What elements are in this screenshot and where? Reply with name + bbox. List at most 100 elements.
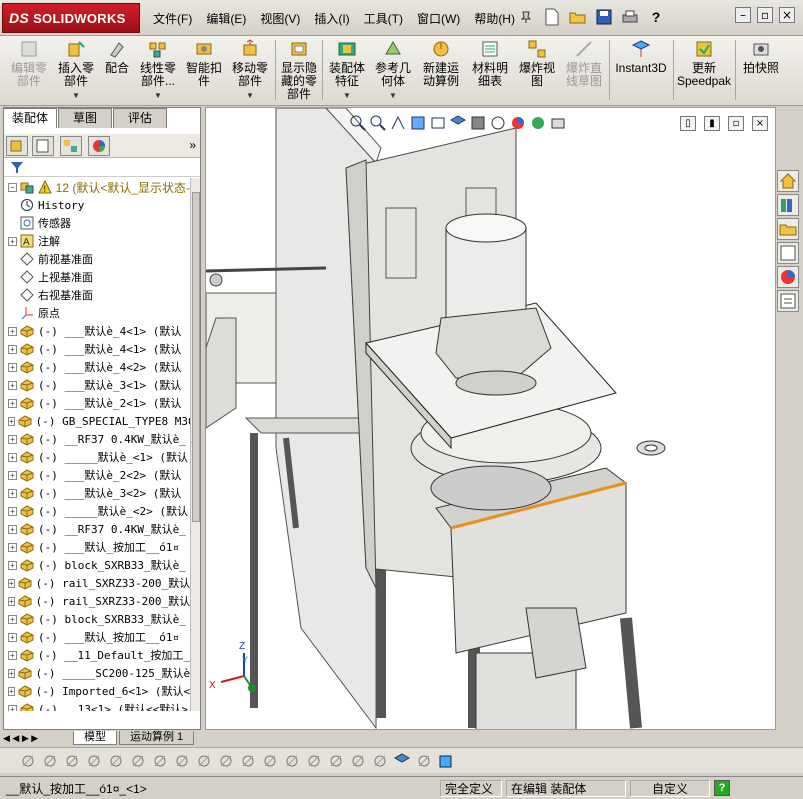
sketch-scale-icon[interactable] xyxy=(306,753,322,769)
sketch-offset-icon[interactable] xyxy=(130,753,146,769)
tree-item[interactable]: + A 注解 xyxy=(4,232,190,250)
expand-toggle[interactable]: + xyxy=(8,560,17,570)
sketch-pattern-icon[interactable] xyxy=(240,753,256,769)
mate-button[interactable]: 配合 xyxy=(100,38,134,102)
tree-item[interactable]: + (-) __RF37 0.4KW_默认è_ xyxy=(4,520,190,538)
expand-toggle[interactable]: + xyxy=(8,488,17,498)
help-question-icon[interactable]: ? xyxy=(645,6,667,28)
edit-component-button[interactable]: 编辑零 部件 xyxy=(6,38,52,102)
sketch-rapid-icon[interactable] xyxy=(372,753,388,769)
tree-item[interactable]: + (-) block_SXRB33_默认è_ xyxy=(4,556,190,574)
chevron-down-icon[interactable]: ▼ xyxy=(246,89,254,102)
tree-item[interactable]: + (-) ___默认è_3<2> (默认 xyxy=(4,484,190,502)
expand-toggle[interactable]: + xyxy=(8,632,17,642)
tree-item[interactable]: + (-) ___默认è_4<1> (默认 xyxy=(4,322,190,340)
insert-component-button[interactable]: 插入零 部件 ▼ xyxy=(54,38,98,102)
sketch-plane-icon[interactable] xyxy=(350,753,366,769)
expand-toggle[interactable]: + xyxy=(8,362,17,372)
expand-toggle[interactable]: + xyxy=(8,596,15,606)
hide-show-items-icon[interactable] xyxy=(490,115,506,131)
expand-toggle[interactable]: + xyxy=(8,650,17,660)
tree-item[interactable]: + (-) ___默认è_4<2> (默认 xyxy=(4,358,190,376)
display-manager-icon[interactable] xyxy=(88,136,110,156)
sketch-3d-icon[interactable] xyxy=(328,753,344,769)
configuration-manager-icon[interactable] xyxy=(60,136,82,156)
expand-toggle[interactable]: + xyxy=(8,704,17,711)
sketch-point-icon[interactable] xyxy=(20,753,36,769)
tree-item[interactable]: + (-) Imported_6<1> (默认< xyxy=(4,682,190,700)
new-document-icon[interactable] xyxy=(541,6,563,28)
reference-geometry-button[interactable]: 参考几 何体 ▼ xyxy=(371,38,415,102)
take-snapshot-button[interactable]: 拍快照 xyxy=(738,38,784,102)
sketch-relation-icon[interactable] xyxy=(218,753,234,769)
tree-item[interactable]: 右视基准面 xyxy=(4,286,190,304)
tree-item[interactable]: + (-) ___默认_按加工__ó1¤ xyxy=(4,628,190,646)
assembly-model-view[interactable]: Z X Y xyxy=(206,108,776,730)
sketch-view-icon[interactable] xyxy=(416,753,432,769)
design-library-icon[interactable] xyxy=(777,194,799,216)
expand-toggle[interactable]: + xyxy=(8,614,17,624)
filter-icon[interactable] xyxy=(10,161,26,178)
tree-item[interactable]: + (-) _____SC200-125_默认è xyxy=(4,664,190,682)
viewport-tile-icon[interactable]: ▯ xyxy=(680,116,696,131)
graphics-viewport[interactable]: Z X Y xyxy=(205,107,776,730)
collapse-toggle[interactable]: − xyxy=(8,182,17,192)
open-folder-icon[interactable] xyxy=(567,6,589,28)
zoom-to-area-icon[interactable] xyxy=(370,115,386,131)
menu-tools[interactable]: 工具(T) xyxy=(357,10,410,27)
sketch-cube-icon[interactable] xyxy=(438,753,454,769)
sketch-arc-icon[interactable] xyxy=(86,753,102,769)
menu-edit[interactable]: 编辑(E) xyxy=(199,10,253,27)
sketch-move-icon[interactable] xyxy=(284,753,300,769)
tree-item[interactable]: + (-) _____默认è_<2> (默认 xyxy=(4,502,190,520)
tab-sketch[interactable]: 草图 xyxy=(58,108,113,128)
menu-help[interactable]: 帮助(H) xyxy=(467,10,522,27)
view-palette-icon[interactable] xyxy=(777,242,799,264)
expand-toggle[interactable]: + xyxy=(8,524,17,534)
assembly-features-button[interactable]: 装配体 特征 ▼ xyxy=(325,38,369,102)
chevron-down-icon[interactable]: ▼ xyxy=(389,89,397,102)
tree-item[interactable]: 原点 xyxy=(4,304,190,322)
tab-model[interactable]: 模型 xyxy=(73,731,117,745)
scrollbar-thumb[interactable] xyxy=(192,192,200,522)
tree-item[interactable]: + (-) rail_SXRZ33-200_默认 xyxy=(4,574,190,592)
sketch-smart-dim-icon[interactable] xyxy=(108,753,124,769)
edit-appearance-icon[interactable] xyxy=(510,115,526,131)
expand-toggle[interactable]: + xyxy=(8,506,17,516)
sketch-extend-icon[interactable] xyxy=(174,753,190,769)
tree-scrollbar[interactable] xyxy=(190,178,200,711)
tree-item[interactable]: + (-) ___默认è_2<2> (默认 xyxy=(4,466,190,484)
print-icon[interactable] xyxy=(619,6,641,28)
tree-filter[interactable] xyxy=(4,159,200,177)
home-icon[interactable] xyxy=(777,170,799,192)
file-explorer-icon[interactable] xyxy=(777,218,799,240)
expand-panel-icon[interactable]: » xyxy=(189,138,196,152)
pin-icon[interactable] xyxy=(515,6,537,28)
sketch-repair-icon[interactable] xyxy=(393,753,411,769)
chevron-down-icon[interactable]: ▼ xyxy=(154,89,162,102)
exploded-view-button[interactable]: 爆炸视 图 xyxy=(515,38,559,102)
sketch-mirror-icon[interactable] xyxy=(196,753,212,769)
tree-item[interactable]: + (-) ___默认è_3<1> (默认 xyxy=(4,376,190,394)
sketch-fillet-icon[interactable] xyxy=(262,753,278,769)
expand-toggle[interactable]: + xyxy=(8,416,15,426)
tab-motion-study-1[interactable]: 运动算例 1 xyxy=(119,731,195,745)
display-style-icon[interactable] xyxy=(470,115,486,131)
tree-item[interactable]: 前视基准面 xyxy=(4,250,190,268)
smart-fastener-button[interactable]: 智能扣 件 xyxy=(182,38,226,102)
status-units[interactable]: 自定义 xyxy=(630,780,710,797)
expand-toggle[interactable]: + xyxy=(8,470,17,480)
help-icon[interactable]: ? xyxy=(714,780,730,796)
viewport-split-icon[interactable]: ▮ xyxy=(704,116,720,131)
viewport-restore-icon[interactable]: ▫ xyxy=(728,116,744,131)
zoom-to-fit-icon[interactable] xyxy=(350,115,366,131)
section-view-icon[interactable] xyxy=(410,115,426,131)
view-orientation-icon[interactable] xyxy=(449,115,467,131)
property-manager-icon[interactable] xyxy=(32,136,54,156)
tree-item[interactable]: + (-) __RF37 0.4KW_默认è_ xyxy=(4,430,190,448)
expand-toggle[interactable]: + xyxy=(8,380,17,390)
bom-button[interactable]: 材料明 细表 xyxy=(467,38,513,102)
show-hidden-components-button[interactable]: 显示隐 藏的零 部件 xyxy=(278,38,320,102)
new-motion-study-button[interactable]: 新建运 动算例 xyxy=(417,38,465,102)
expand-toggle[interactable]: + xyxy=(8,452,17,462)
